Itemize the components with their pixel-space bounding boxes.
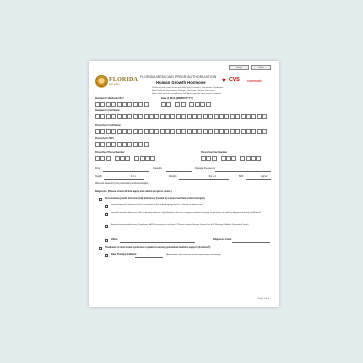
form-note-line: Note: Form must be completed in full. An… [152, 93, 222, 95]
prescribed-by-line: Was test issued by the prescribing endoc… [95, 182, 149, 185]
prescriber-name-field[interactable] [95, 129, 268, 134]
full-name-field[interactable] [95, 114, 268, 119]
bmi-field[interactable] [246, 178, 271, 180]
page-number: Page 1 of 2 [257, 297, 269, 300]
prescriber-fax-label: Prescriber Fax Number [201, 151, 228, 154]
dx1-text: Documented growth hormone (GH) deficienc… [105, 198, 205, 200]
dob-label: Date of Birth (MM/DD/YYYY) [161, 97, 193, 100]
form-title-line2: Human Growth Hormone [156, 80, 206, 85]
florida-logo-text: FLORIDA [109, 77, 139, 83]
frequency-label: Dosage Frequency [195, 167, 216, 170]
therapy-date-field[interactable] [135, 256, 163, 258]
dx1b-text: Growth hormone deficiency due to pituita… [111, 212, 261, 214]
other-checkbox[interactable] [105, 238, 108, 242]
medicaid-id-label: Recipient's Medicaid ID # [95, 97, 124, 100]
prescriber-fax-field[interactable] [201, 156, 262, 161]
diagnosis-code-label: Diagnosis Code: [213, 238, 232, 241]
reset-button[interactable]: Reset [229, 65, 249, 70]
prescriber-npi-label: Prescriber's NPI [95, 137, 114, 140]
therapy-label: Date Therapy Initiated: [111, 253, 137, 256]
print-button[interactable]: Reset [251, 65, 271, 70]
dx1-checkbox[interactable] [99, 197, 102, 201]
therapy-checkbox[interactable] [105, 253, 108, 257]
quantity-label: Quantity [153, 167, 162, 170]
drug-label: Drug [95, 167, 101, 170]
prescriber-phone-label: Prescriber Phone Number [95, 151, 125, 154]
weight-unit: lbs. oz. [209, 175, 217, 178]
medicaid-id-field[interactable] [95, 102, 149, 107]
cvs-logo-text: CVS [229, 77, 240, 83]
dx1a-text: Lowered growth hormone levels secondary … [111, 204, 204, 206]
dx2-checkbox[interactable] [99, 246, 102, 250]
height-unit: ft. in. [131, 175, 137, 178]
dx1a-checkbox[interactable] [105, 204, 108, 208]
bmi-label: BMI [239, 175, 244, 178]
prescriber-name-label: Prescriber's Full Name [95, 124, 121, 127]
dx1c-checkbox[interactable] [105, 224, 108, 228]
weight-label: Weight [169, 175, 177, 178]
florida-logo-subtext: MEDICAID [109, 84, 120, 86]
heart-icon: ♥ [222, 78, 226, 84]
quantity-field[interactable] [166, 170, 192, 172]
other-field[interactable] [120, 241, 195, 243]
height-label: Height [95, 175, 102, 178]
other-label: Other: [111, 238, 119, 241]
caremark-logo-text: caremark [247, 78, 262, 83]
dx1c-text: Acquired immunodeficiency Syndrome (AIDS… [111, 224, 249, 226]
prescriber-npi-field[interactable] [95, 142, 149, 147]
therapy-note: (Authorization will consist of one four-… [166, 254, 221, 256]
full-name-label: Recipient's Full Name [95, 109, 120, 112]
diagnosis-header: Diagnosis: (Please check all that apply … [95, 190, 172, 193]
dob-field[interactable] [161, 102, 211, 107]
preferred-drugs-line: Preferred (with step/course and older th… [152, 87, 224, 89]
bmi-unit: kg/m2 [261, 175, 268, 178]
prescriber-phone-field[interactable] [95, 156, 156, 161]
dx1b-checkbox[interactable] [105, 212, 108, 216]
diagnosis-code-field[interactable] [232, 241, 270, 243]
form-page: Reset Reset FLORIDA MEDICAID FLORIDA MED… [89, 61, 279, 307]
frequency-field[interactable] [215, 170, 271, 172]
nonpreferred-drugs-line: Non-Preferred: Humatrope, Nutropin, Omni… [152, 90, 215, 92]
height-field[interactable] [104, 178, 144, 180]
drug-field[interactable] [103, 170, 149, 172]
florida-seal-logo [95, 75, 108, 88]
dx2-text: Treatment of short bowel syndrome in pat… [105, 247, 211, 249]
weight-field[interactable] [179, 178, 229, 180]
